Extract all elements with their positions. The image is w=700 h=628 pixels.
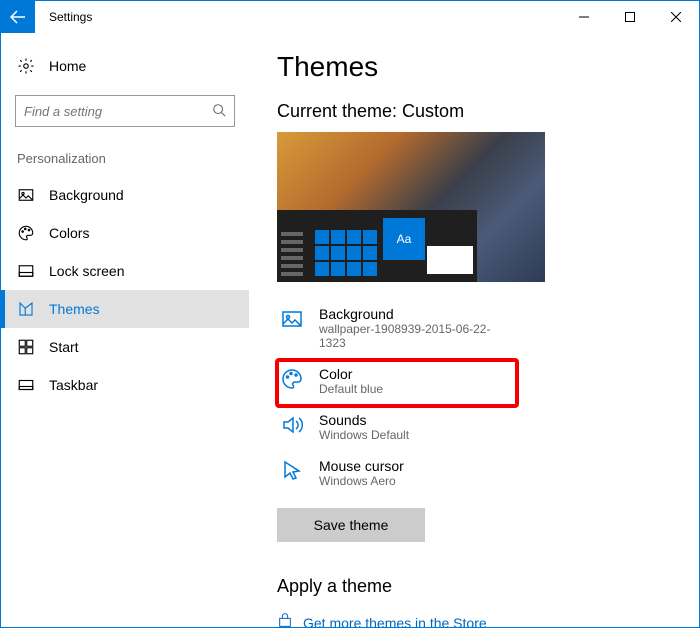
taskbar-icon [17,376,35,394]
theme-option-sounds[interactable]: Sounds Windows Default [277,406,517,452]
preview-tiles [315,230,377,276]
home-link[interactable]: Home [1,51,249,81]
preview-window [427,246,473,274]
body: Home Personalization Background Colors L… [1,33,699,627]
sidebar-item-label: Start [49,339,79,355]
option-subtitle: wallpaper-1908939-2015-06-22-1323 [319,322,515,350]
theme-option-cursor[interactable]: Mouse cursor Windows Aero [277,452,517,498]
sidebar-item-label: Lock screen [49,263,124,279]
current-theme-label: Current theme: Custom [277,101,671,122]
close-button[interactable] [653,1,699,33]
back-button[interactable] [1,1,35,33]
sidebar-item-label: Background [49,187,124,203]
sidebar-item-taskbar[interactable]: Taskbar [1,366,249,404]
page-title: Themes [277,51,671,83]
sidebar-item-label: Taskbar [49,377,98,393]
themes-icon [17,300,35,318]
picture-icon [279,306,305,332]
option-title: Sounds [319,412,409,428]
minimize-button[interactable] [561,1,607,33]
sidebar-item-colors[interactable]: Colors [1,214,249,252]
sidebar: Home Personalization Background Colors L… [1,33,249,627]
sidebar-item-lockscreen[interactable]: Lock screen [1,252,249,290]
window-controls [561,1,699,33]
preview-pinned [281,232,303,276]
preview-accent-tile: Aa [383,218,425,260]
option-subtitle: Windows Aero [319,474,404,488]
sidebar-item-themes[interactable]: Themes [1,290,249,328]
search-icon [212,103,226,120]
section-label: Personalization [17,151,249,166]
theme-option-background[interactable]: Background wallpaper-1908939-2015-06-22-… [277,300,517,360]
content: Themes Current theme: Custom Aa Backgrou… [249,33,699,627]
sound-icon [279,412,305,438]
palette-icon [279,366,305,392]
apply-theme-heading: Apply a theme [277,576,671,597]
arrow-left-icon [10,9,26,25]
option-title: Color [319,366,383,382]
picture-icon [17,186,35,204]
start-icon [17,338,35,356]
maximize-button[interactable] [607,1,653,33]
search-input[interactable] [24,104,212,119]
home-label: Home [49,58,86,74]
store-link[interactable]: Get more themes in the Store [277,613,671,627]
sidebar-item-label: Colors [49,225,89,241]
sidebar-item-label: Themes [49,301,100,317]
cursor-icon [279,458,305,484]
store-icon [277,613,293,627]
palette-icon [17,224,35,242]
titlebar: Settings [1,1,699,33]
option-subtitle: Windows Default [319,428,409,442]
gear-icon [17,57,35,75]
theme-option-color[interactable]: Color Default blue [277,360,517,406]
option-title: Mouse cursor [319,458,404,474]
option-subtitle: Default blue [319,382,383,396]
sidebar-item-background[interactable]: Background [1,176,249,214]
window-title: Settings [49,10,561,24]
lockscreen-icon [17,262,35,280]
settings-window: Settings Home Personalization [0,0,700,628]
search-input-wrapper[interactable] [15,95,235,127]
save-theme-button[interactable]: Save theme [277,508,425,542]
option-title: Background [319,306,515,322]
sidebar-item-start[interactable]: Start [1,328,249,366]
store-link-label: Get more themes in the Store [303,615,487,628]
theme-preview: Aa [277,132,545,282]
